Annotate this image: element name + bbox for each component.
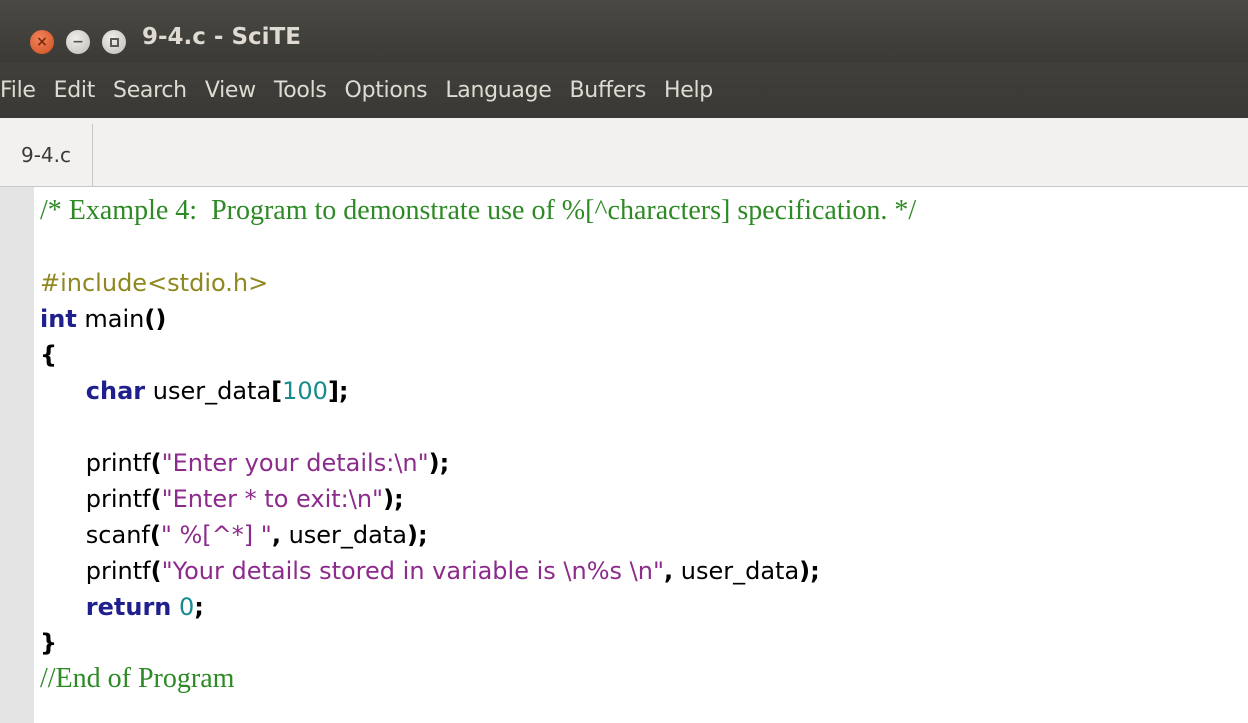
code-line-14: //End of Program — [40, 661, 1240, 697]
code-line-11: printf("Your details stored in variable … — [40, 553, 1240, 589]
code-line-10: scanf(" %[^*] ", user_data); — [40, 517, 1240, 553]
argument: user_data — [280, 521, 407, 549]
minimize-icon: − — [72, 34, 84, 50]
menu-bar: File Edit Search View Tools Options Lang… — [0, 62, 1248, 118]
paren-open: ( — [150, 557, 162, 585]
tab-bar: 9-4.c — [0, 118, 1248, 187]
string-literal: "Enter * to exit:\n" — [161, 485, 384, 513]
menu-edit[interactable]: Edit — [54, 78, 105, 103]
close-brace: } — [40, 629, 58, 657]
code-line-8: printf("Enter your details:\n"); — [40, 445, 1240, 481]
include-directive: #include<stdio.h> — [40, 269, 269, 297]
code-line-13: } — [40, 625, 1240, 661]
menu-file[interactable]: File — [0, 78, 46, 103]
code-line-9: printf("Enter * to exit:\n"); — [40, 481, 1240, 517]
keyword-int: int — [40, 305, 77, 333]
function-name: main — [76, 305, 145, 333]
menu-buffers[interactable]: Buffers — [570, 78, 656, 103]
open-brace: { — [40, 341, 58, 369]
paren-open: ( — [150, 485, 162, 513]
scanf-call: scanf — [85, 521, 150, 549]
variable-name: user_data — [145, 377, 272, 405]
tab-9-4-c[interactable]: 9-4.c — [0, 124, 93, 186]
code-line-6: char user_data[100]; — [40, 373, 1240, 409]
close-window-button[interactable]: × — [30, 30, 54, 54]
keyword-return: return — [85, 593, 172, 621]
parens: () — [144, 305, 167, 333]
menu-language[interactable]: Language — [445, 78, 561, 103]
maximize-icon — [109, 37, 119, 47]
paren-close: ); — [383, 485, 404, 513]
paren-close: ); — [406, 521, 428, 549]
paren-close: ); — [428, 449, 450, 477]
maximize-window-button[interactable] — [102, 30, 126, 54]
menu-help[interactable]: Help — [664, 78, 723, 103]
code-line-3: #include<stdio.h> — [40, 265, 1240, 301]
printf-call: printf — [85, 449, 151, 477]
minimize-window-button[interactable]: − — [66, 30, 90, 54]
comma: , — [271, 521, 281, 549]
menu-tools[interactable]: Tools — [274, 78, 337, 103]
keyword-char: char — [85, 377, 146, 405]
code-editor[interactable]: /* Example 4: Program to demonstrate use… — [0, 187, 1248, 723]
semicolon: ; — [194, 593, 204, 621]
printf-call: printf — [85, 557, 151, 585]
comment-header: /* Example 4: Program to demonstrate use… — [40, 195, 917, 226]
code-line-1: /* Example 4: Program to demonstrate use… — [40, 193, 1240, 229]
editor-margin — [0, 187, 34, 723]
bracket-close: ]; — [327, 377, 349, 405]
paren-open: ( — [149, 521, 161, 549]
menu-view[interactable]: View — [205, 78, 266, 103]
title-bar: × − 9-4.c - SciTE — [0, 0, 1248, 62]
code-line-4: int main() — [40, 301, 1240, 337]
code-area[interactable]: /* Example 4: Program to demonstrate use… — [40, 193, 1240, 697]
string-literal: " %[^*] " — [160, 521, 272, 549]
argument: user_data — [673, 557, 800, 585]
string-literal: "Enter your details:\n" — [161, 449, 429, 477]
array-size: 100 — [282, 377, 328, 405]
paren-close: ); — [799, 557, 820, 585]
comment-footer: //End of Program — [40, 663, 235, 694]
return-value: 0 — [179, 593, 195, 621]
bracket-open: [ — [271, 377, 283, 405]
code-line-12: return 0; — [40, 589, 1240, 625]
menu-options[interactable]: Options — [345, 78, 438, 103]
close-icon: × — [36, 34, 48, 50]
printf-call: printf — [85, 485, 151, 513]
paren-open: ( — [150, 449, 162, 477]
menu-search[interactable]: Search — [113, 78, 197, 103]
window-title: 9-4.c - SciTE — [142, 24, 301, 50]
code-line-5: { — [40, 337, 1240, 373]
string-literal: "Your details stored in variable is \n%s… — [161, 557, 664, 585]
comma: , — [663, 557, 674, 585]
